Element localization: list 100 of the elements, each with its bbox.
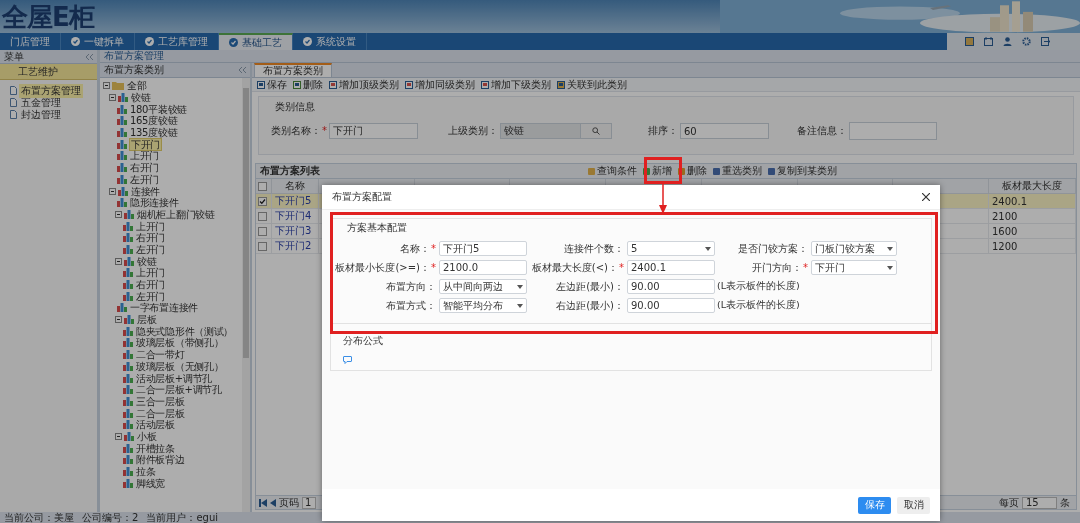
tree-item[interactable]: 脚线宽 xyxy=(135,477,167,489)
menu-item[interactable]: 五金管理 xyxy=(19,95,63,110)
row-checkbox[interactable] xyxy=(258,211,267,221)
dropdown[interactable]: 从中间向两边 xyxy=(439,279,527,294)
tree-item[interactable]: 开槽拉条 xyxy=(135,442,176,454)
collapse-toggle-icon[interactable] xyxy=(103,82,110,90)
tree-item[interactable]: 左开门 xyxy=(135,243,167,255)
breadcrumb[interactable]: 布置方案管理 xyxy=(104,49,164,63)
collapse-toggle-icon[interactable] xyxy=(115,210,122,218)
column-header[interactable]: 板材最大长度 xyxy=(988,179,1076,194)
first-page-icon[interactable] xyxy=(259,498,267,507)
text-field[interactable]: 下开门 xyxy=(329,123,418,139)
text-field[interactable]: 90.00 xyxy=(627,279,715,294)
tree-item[interactable]: 小板 xyxy=(136,430,158,442)
tree-item[interactable]: 活动层板+调节孔 xyxy=(135,372,213,384)
toolbar-button[interactable]: 保存 xyxy=(257,77,287,92)
toolbar-button[interactable]: 增加顶级类别 xyxy=(329,77,399,92)
tree-item[interactable]: 附件板背边 xyxy=(135,454,186,466)
tree-item[interactable]: 隐夹式隐形件（测试） xyxy=(135,325,234,337)
tree-item[interactable]: 三合一层板 xyxy=(135,395,186,407)
exit-icon[interactable] xyxy=(1041,37,1050,46)
toolbar-button[interactable]: 复制到某类别 xyxy=(768,164,837,178)
tree-item[interactable]: 连接件 xyxy=(130,185,162,197)
toolbar-button[interactable]: 增加下级类别 xyxy=(481,77,551,92)
text-field[interactable]: 90.00 xyxy=(627,298,715,313)
menu-item[interactable]: 布置方案管理 xyxy=(19,83,83,98)
row-checkbox[interactable] xyxy=(258,196,267,206)
toolbar-button[interactable]: 关联到此类别 xyxy=(557,77,627,92)
column-header[interactable]: 名称 xyxy=(271,179,319,194)
tree-item[interactable]: 135度铰链 xyxy=(129,127,179,139)
logo: 全屋E柜 xyxy=(1,1,94,32)
close-icon[interactable] xyxy=(922,193,930,201)
text-field[interactable]: 下开门5 xyxy=(439,241,527,256)
tree-item[interactable]: 拉条 xyxy=(135,466,157,478)
user-icon[interactable] xyxy=(1003,37,1012,46)
tree-item[interactable]: 二合一带灯 xyxy=(135,349,186,361)
collapse-toggle-icon[interactable] xyxy=(115,257,122,265)
tree-item[interactable]: 右开门 xyxy=(129,162,161,174)
dropdown[interactable]: 智能平均分布 xyxy=(439,298,527,313)
tree-item[interactable]: 二合一层板 xyxy=(135,407,186,419)
bar-chart-icon xyxy=(123,408,133,418)
page-field[interactable]: 1 xyxy=(302,496,316,509)
comment-icon[interactable] xyxy=(343,356,352,364)
text-field[interactable]: 2100.0 xyxy=(439,260,527,275)
row-checkbox[interactable] xyxy=(258,226,267,236)
page-size-dropdown[interactable]: 15 xyxy=(1022,496,1057,509)
table-cell: 2100 xyxy=(992,210,1018,222)
menu-item[interactable]: 封边管理 xyxy=(19,107,63,122)
tree-item[interactable]: 上开门 xyxy=(135,267,167,279)
collapse-toggle-icon[interactable] xyxy=(115,316,122,324)
tree-item[interactable]: 活动层板 xyxy=(135,419,176,431)
dropdown[interactable]: 门板门铰方案 xyxy=(811,241,897,256)
cancel-button[interactable]: 取消 xyxy=(897,496,930,514)
tree-item[interactable]: 上开门 xyxy=(129,150,161,162)
calendar-icon[interactable] xyxy=(984,37,993,46)
toolbar-button[interactable]: 删除 xyxy=(293,77,323,92)
text-field[interactable]: 2400.1 xyxy=(627,260,715,275)
toolbar-button[interactable]: 重选类别 xyxy=(713,164,762,178)
section-title: 方案基本配置 xyxy=(347,221,407,235)
tree-item[interactable]: 玻璃层板（带侧孔） xyxy=(135,337,225,349)
tree-item[interactable]: 165度铰链 xyxy=(129,115,179,127)
tree-item[interactable]: 左开门 xyxy=(135,290,167,302)
collapse-toggle-icon[interactable] xyxy=(115,432,122,440)
previous-page-icon[interactable] xyxy=(270,498,276,507)
dropdown[interactable]: 下开门 xyxy=(811,260,897,275)
scrollbar[interactable] xyxy=(242,78,250,512)
tab[interactable]: 布置方案类别 xyxy=(254,63,332,77)
tree-item[interactable]: 下开门 xyxy=(129,137,163,151)
search-icon[interactable] xyxy=(592,127,600,135)
tree-item[interactable]: 玻璃层板（无侧孔） xyxy=(135,360,225,372)
tree-item[interactable]: 全部 xyxy=(126,80,148,92)
bar-chart-icon xyxy=(123,233,133,243)
row-checkbox[interactable] xyxy=(258,241,267,251)
toolbar-button[interactable]: 增加同级类别 xyxy=(405,77,475,92)
toolbar-button[interactable]: 查询条件 xyxy=(588,164,637,178)
tree-item[interactable]: 上开门 xyxy=(135,220,167,232)
settings-icon[interactable] xyxy=(1022,37,1031,46)
tree-item[interactable]: 右开门 xyxy=(135,279,167,291)
text-field[interactable]: 60 xyxy=(680,123,769,139)
collapse-toggle-icon[interactable] xyxy=(109,94,116,102)
tree-item[interactable]: 180平装铰链 xyxy=(129,103,188,115)
tree-item[interactable]: 铰链 xyxy=(130,92,152,104)
tree-item[interactable]: 层板 xyxy=(136,314,158,326)
accordion-header[interactable]: 工艺维护 xyxy=(0,64,97,80)
tree-item[interactable]: 一字布置连接件 xyxy=(129,302,199,314)
toolbar-icon xyxy=(588,167,595,175)
picture-frame-icon[interactable] xyxy=(965,37,974,46)
nav-tab[interactable]: 基础工艺 xyxy=(219,33,293,50)
tree-item[interactable]: 隐形连接件 xyxy=(129,197,180,209)
select-all-checkbox[interactable] xyxy=(258,181,267,191)
bar-chart-icon xyxy=(123,396,133,406)
tree-item[interactable]: 铰链 xyxy=(136,255,158,267)
collapse-toggle-icon[interactable] xyxy=(109,187,116,195)
lookup-field[interactable]: 铰链 xyxy=(500,123,612,139)
tree-item[interactable]: 二合一层板+调节孔 xyxy=(135,384,223,396)
tree-item[interactable]: 左开门 xyxy=(129,173,161,185)
bar-chart-icon xyxy=(123,326,133,336)
tree-item[interactable]: 烟机柜上翻门铰链 xyxy=(136,208,216,220)
tree-item[interactable]: 右开门 xyxy=(135,232,167,244)
dropdown[interactable]: 5 xyxy=(627,241,715,256)
